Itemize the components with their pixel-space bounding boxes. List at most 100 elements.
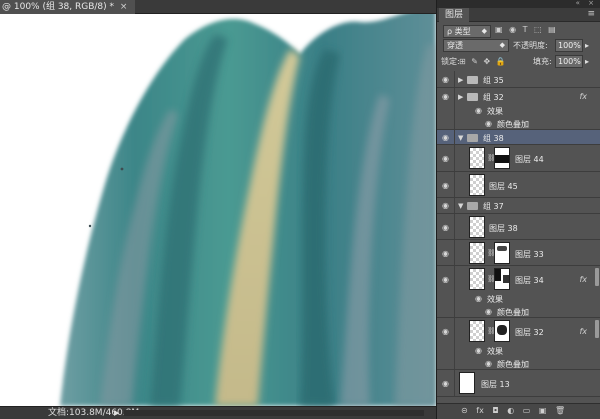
painting (60, 14, 436, 406)
layer-name: 图层 33 (515, 250, 544, 259)
layer-row-32[interactable]: ◉ ⛓ 图层 32 fx (437, 318, 600, 345)
layer-mask-thumbnail (494, 242, 510, 264)
eye-icon[interactable]: ◉ (485, 119, 492, 128)
chevron-down-icon: ◆ (499, 41, 505, 49)
document-tab-title: @ 100% (组 38, RGB/8) * (2, 2, 115, 12)
effects-label: 效果 (487, 295, 503, 304)
layer-row-38[interactable]: ◉ 图层 38 (437, 214, 600, 240)
opacity-field[interactable]: 100% (555, 39, 583, 52)
layer-mask-thumbnail (494, 147, 510, 169)
tab-layers[interactable]: 图层 (439, 8, 470, 22)
layer-row-group-32[interactable]: ◉ ▶ 组 32 fx (437, 88, 600, 105)
visibility-column (437, 305, 455, 317)
open-folder-icon (467, 134, 478, 142)
eye-icon[interactable]: ◉ (442, 154, 449, 163)
eye-icon[interactable]: ◉ (475, 294, 482, 303)
layer-name: 图层 38 (489, 224, 518, 233)
opacity-arrow-icon[interactable]: ▸ (585, 39, 589, 52)
effect-name: 颜色叠加 (497, 360, 529, 369)
filter-kind-icons[interactable]: ▣ ◉ T ⬚ ▤ (495, 25, 556, 34)
layer-name: 图层 44 (515, 155, 544, 164)
eye-icon[interactable]: ◉ (442, 379, 449, 388)
lock-icons[interactable]: ⊞ ✎ ✥ 🔒 (459, 57, 506, 66)
chevron-down-icon: ◆ (481, 27, 487, 35)
expand-triangle-icon[interactable]: ▶ (458, 93, 463, 101)
layer-row-45[interactable]: ◉ 图层 45 (437, 172, 600, 198)
open-folder-icon (467, 202, 478, 210)
eye-icon[interactable]: ◉ (442, 275, 449, 284)
eye-icon[interactable]: ◉ (442, 133, 449, 142)
eye-icon[interactable]: ◉ (442, 92, 449, 101)
effects-row[interactable]: ◉ 效果 (437, 345, 600, 357)
layer-scroll-handle[interactable] (595, 320, 599, 338)
filter-type-select[interactable]: ρ 类型 ◆ (443, 25, 491, 38)
layer-name: 组 32 (483, 93, 504, 102)
fx-icon[interactable]: fx (579, 327, 587, 336)
collapse-triangle-icon[interactable]: ▼ (458, 202, 463, 210)
layer-thumbnail (469, 268, 485, 290)
horizontal-scrollbar[interactable] (124, 410, 424, 416)
eye-icon[interactable]: ◉ (475, 346, 482, 355)
eye-icon[interactable]: ◉ (442, 249, 449, 258)
eye-icon[interactable]: ◉ (442, 75, 449, 84)
document-tab[interactable]: @ 100% (组 38, RGB/8) * × (0, 0, 136, 14)
eye-icon[interactable]: ◉ (442, 181, 449, 190)
canvas[interactable] (0, 14, 436, 406)
eye-icon[interactable]: ◉ (442, 327, 449, 336)
effect-color-overlay-row[interactable]: ◉ 颜色叠加 (437, 305, 600, 318)
effect-name: 颜色叠加 (497, 308, 529, 317)
fill-field[interactable]: 100% (555, 55, 583, 68)
effects-label: 效果 (487, 107, 503, 116)
layer-thumbnail (469, 174, 485, 196)
document-tab-bar: @ 100% (组 38, RGB/8) * × (0, 0, 436, 14)
eye-icon[interactable]: ◉ (485, 307, 492, 316)
layer-mask-thumbnail (494, 320, 510, 342)
visibility-column (437, 357, 455, 369)
filter-type-label: ρ 类型 (447, 27, 471, 36)
effects-row[interactable]: ◉ 效果 (437, 105, 600, 117)
panel-footer: ⊝ fx ◘ ◐ ▭ ▣ 🗑 (437, 403, 600, 419)
lock-row: 锁定: ⊞ ✎ ✥ 🔒 填充: 100% ▸ (437, 54, 600, 72)
layer-scroll-handle[interactable] (595, 268, 599, 286)
folder-icon (467, 93, 478, 101)
visibility-column (437, 117, 455, 129)
blend-mode-value: 穿透 (447, 41, 463, 50)
layer-thumbnail (459, 372, 475, 394)
status-bar: 文档:103.8M/460.8M ▶ (0, 406, 436, 419)
panel-footer-icons[interactable]: ⊝ fx ◘ ◐ ▭ ▣ 🗑 (461, 406, 565, 415)
layer-thumbnail (469, 147, 485, 169)
panel-menu-icon[interactable]: ≡ (587, 9, 595, 19)
eye-icon[interactable]: ◉ (442, 201, 449, 210)
layer-name: 组 35 (483, 76, 504, 85)
fx-icon[interactable]: fx (579, 275, 587, 284)
panel-header: 图层 ≡ (437, 8, 600, 22)
layer-thumbnail (469, 242, 485, 264)
layer-row-33[interactable]: ◉ ⛓ 图层 33 (437, 240, 600, 266)
effects-row[interactable]: ◉ 效果 (437, 293, 600, 305)
layer-row-13[interactable]: ◉ 图层 13 (437, 370, 600, 397)
visibility-column (437, 105, 455, 117)
layer-mask-thumbnail (494, 268, 510, 290)
layer-row-group-35[interactable]: ◉ ▶ 组 35 (437, 71, 600, 88)
layer-row-group-37[interactable]: ◉ ▼ 组 37 (437, 198, 600, 214)
effect-color-overlay-row[interactable]: ◉ 颜色叠加 (437, 357, 600, 370)
expand-triangle-icon[interactable]: ▶ (458, 76, 463, 84)
status-menu-arrow-icon[interactable]: ▶ (114, 407, 119, 419)
close-icon[interactable]: × (120, 2, 128, 12)
collapse-triangle-icon[interactable]: ▼ (458, 134, 463, 142)
effect-color-overlay-row[interactable]: ◉ 颜色叠加 (437, 117, 600, 130)
eye-icon[interactable]: ◉ (485, 359, 492, 368)
paint-dot-2 (88, 224, 92, 228)
panel-window-buttons[interactable]: « × (576, 0, 597, 7)
layer-row-34[interactable]: ◉ ⛓ 图层 34 fx (437, 266, 600, 293)
eye-icon[interactable]: ◉ (442, 223, 449, 232)
eye-icon[interactable]: ◉ (475, 106, 482, 115)
layer-row-44[interactable]: ◉ ⛓ 图层 44 (437, 145, 600, 172)
fill-arrow-icon[interactable]: ▸ (585, 55, 589, 68)
opacity-label: 不透明度: (513, 41, 548, 50)
layer-row-group-38[interactable]: ◉ ▼ 组 38 (437, 130, 600, 145)
folder-icon (467, 76, 478, 84)
blend-mode-select[interactable]: 穿透 ◆ (443, 39, 509, 52)
fx-icon[interactable]: fx (579, 92, 587, 101)
layer-name: 组 38 (483, 134, 504, 143)
